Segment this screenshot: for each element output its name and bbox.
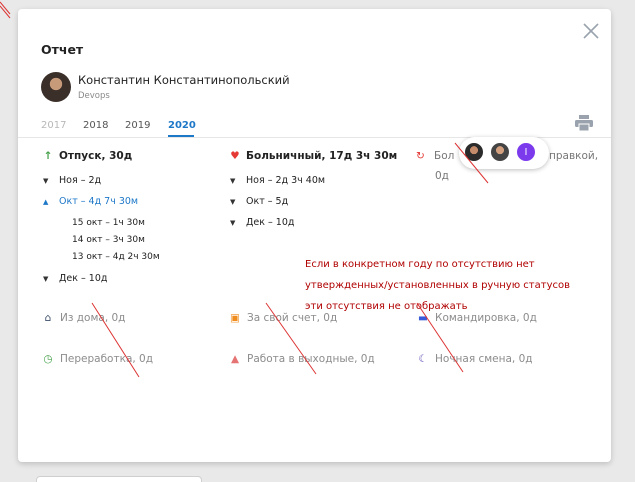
overtime-item: ◷ Переработка, 0д: [41, 353, 153, 365]
tab-2017[interactable]: 2017: [41, 120, 66, 131]
palm-tree-icon: ↑: [43, 150, 53, 162]
user-role: Devops: [78, 91, 110, 101]
certificate-header-tail: правкой,: [549, 150, 599, 162]
certificate-header: ↻ Бол: [416, 150, 455, 162]
work-from-home-item: ⌂ Из дома, 0д: [41, 312, 126, 324]
annotation-note: Если в конкретном году по отсутствию нет…: [305, 259, 571, 312]
report-dialog: Отчет Константин Константинопольский Dev…: [18, 9, 611, 462]
vacation-detail: 13 окт – 4д 2ч 30м: [72, 252, 160, 262]
avatar-initial: I: [515, 141, 537, 163]
vacation-detail: 15 окт – 1ч 30м: [72, 218, 145, 228]
approvers-avatars[interactable]: I: [459, 137, 549, 169]
caret-down-icon: ▼: [230, 198, 236, 206]
heartbeat-icon: ♥: [230, 150, 240, 162]
weekend-work-item: ▲ Работа в выходные, 0д: [228, 353, 375, 365]
document-icon: ↻: [416, 150, 425, 162]
avatar: [463, 141, 485, 163]
vacation-row-dec[interactable]: ▼ Дек – 10д: [43, 273, 107, 284]
tab-2020[interactable]: 2020: [168, 120, 196, 131]
caret-down-icon: ▼: [230, 219, 236, 227]
user-name: Константин Константинопольский: [78, 73, 290, 87]
home-icon: ⌂: [44, 312, 52, 324]
certificate-value: 0д: [435, 170, 449, 182]
caret-down-icon: ▼: [43, 275, 49, 283]
caret-up-icon: ▲: [43, 198, 49, 206]
sick-row-dec[interactable]: ▼ Дек – 10д: [230, 217, 294, 228]
avatar: [41, 72, 71, 102]
person-icon: ▲: [230, 353, 240, 365]
clock-icon: ◷: [43, 353, 53, 365]
underlying-input: [36, 476, 202, 482]
caret-down-icon: ▼: [230, 177, 236, 185]
close-icon[interactable]: [581, 21, 601, 41]
caret-down-icon: ▼: [43, 177, 49, 185]
vacation-header: ↑ Отпуск, 30д: [41, 150, 133, 162]
dialog-title: Отчет: [41, 42, 84, 57]
tab-2019[interactable]: 2019: [125, 120, 150, 131]
moon-icon: ☾: [418, 353, 428, 365]
avatar: [489, 141, 511, 163]
vacation-detail: 14 окт – 3ч 30м: [72, 235, 145, 245]
print-icon[interactable]: [575, 115, 593, 131]
calendar-icon: ▣: [230, 312, 240, 324]
tab-2018[interactable]: 2018: [83, 120, 108, 131]
sick-row-nov[interactable]: ▼ Ноя – 2д 3ч 40м: [230, 175, 325, 186]
night-shift-item: ☾ Ночная смена, 0д: [416, 353, 532, 365]
vacation-row-oct[interactable]: ▲ Окт – 4д 7ч 30м: [43, 196, 138, 207]
sick-row-oct[interactable]: ▼ Окт – 5д: [230, 196, 288, 207]
sick-header: ♥ Больничный, 17д 3ч 30м: [228, 150, 397, 162]
vacation-row-nov[interactable]: ▼ Ноя – 2д: [43, 175, 101, 186]
